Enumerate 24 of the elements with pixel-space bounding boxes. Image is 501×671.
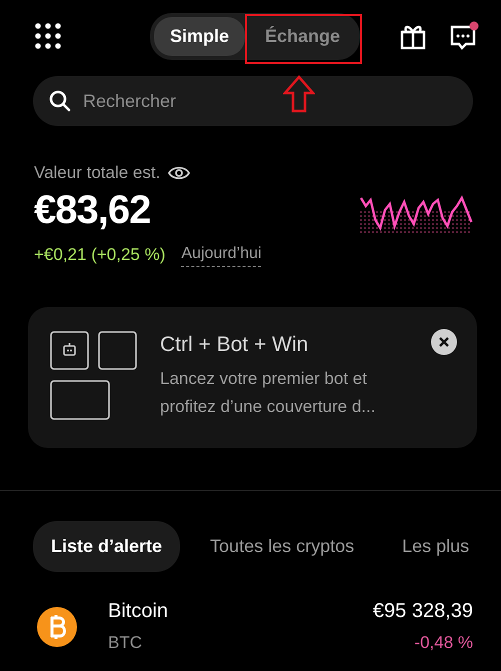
asset-price: €95 328,39 (372, 599, 473, 624)
search-bar[interactable]: Rechercher (33, 76, 473, 126)
close-icon (439, 337, 449, 347)
balance-label: Valeur totale est. (34, 162, 160, 184)
mode-tab[interactable]: Échange (249, 16, 356, 56)
search-field[interactable]: Rechercher (81, 86, 457, 116)
period-link[interactable]: Aujourd’hui (181, 242, 262, 267)
search-icon[interactable] (49, 90, 71, 112)
promo-title: Ctrl + Bot + Win (160, 332, 310, 358)
balance-amount: €83,62 (34, 186, 150, 234)
close-button[interactable] (431, 329, 457, 355)
promo-text: Lancez votre premier bot et profitez d’une couverture d... (160, 368, 376, 418)
menu-icon[interactable] (34, 23, 62, 49)
asset-change: -0,48 % (413, 632, 473, 654)
chat-icon[interactable] (449, 21, 479, 51)
balance-change: +€0,21 (+0,25 %) (34, 244, 166, 266)
asset-symbol: BTC (108, 632, 143, 654)
eye-icon[interactable] (168, 164, 190, 181)
mode-tab[interactable]: Simple (154, 16, 246, 56)
asset-name: Bitcoin (108, 599, 170, 624)
list-tab[interactable]: Liste d’alerte (33, 521, 180, 572)
list-tab[interactable]: Les plus (384, 521, 488, 572)
list-tab[interactable]: Toutes les cryptos (192, 521, 372, 572)
up-arrow-icon (283, 74, 316, 112)
